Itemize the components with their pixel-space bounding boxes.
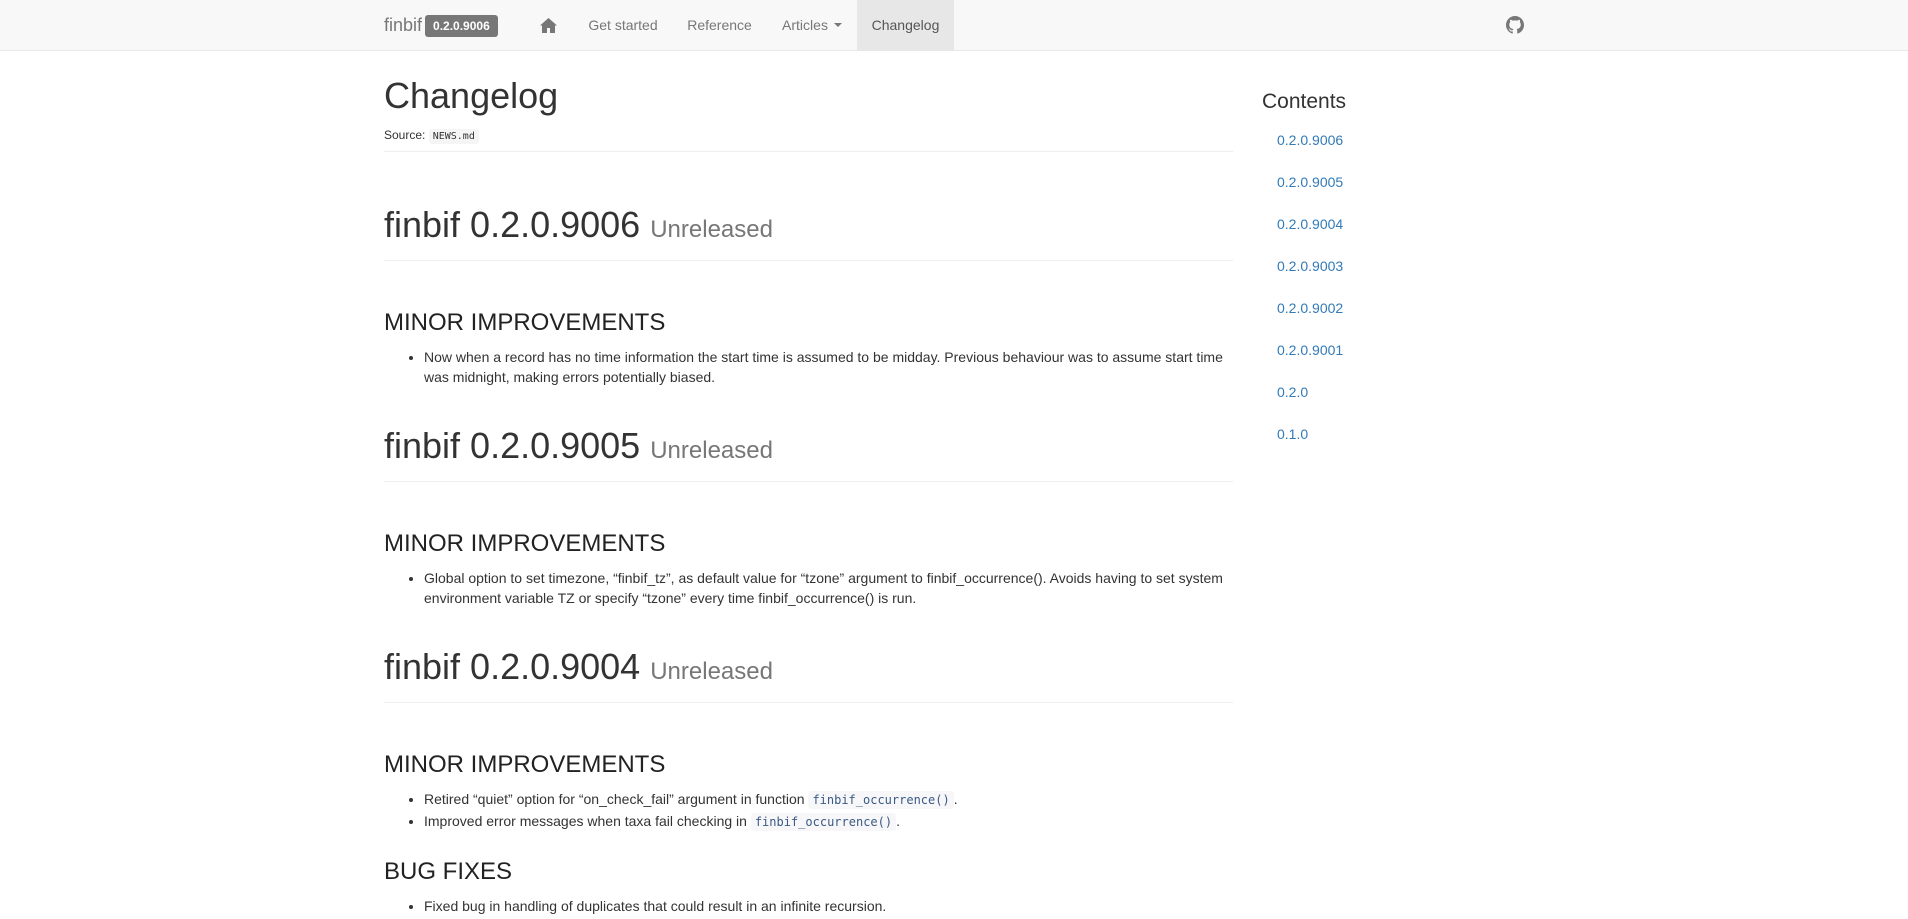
section-title: BUG FIXES (384, 858, 513, 885)
change-list: Fixed bug in handling of duplicates that… (384, 896, 1233, 916)
nav-changelog-label[interactable]: Changelog (872, 17, 940, 33)
github-icon[interactable] (1506, 16, 1524, 34)
nav-articles-label[interactable]: Articles (782, 17, 828, 33)
item-punctuation: . (896, 813, 900, 829)
release-status: Unreleased (650, 216, 773, 243)
release-status: Unreleased (650, 437, 773, 464)
brand-name[interactable]: finbif (384, 15, 422, 36)
toc-link[interactable]: 0.2.0.9002 (1262, 287, 1562, 329)
page-header: Changelog Source: NEWS.md (384, 71, 1233, 152)
function-link[interactable]: finbif_occurrence() (808, 791, 954, 809)
change-list: Global option to set timezone, “finbif_t… (384, 568, 1233, 608)
release-header: finbif 0.2.0.9006 Unreleased (384, 204, 1233, 261)
nav-github[interactable] (1499, 0, 1531, 50)
toc-link[interactable]: 0.2.0.9004 (1262, 203, 1562, 245)
page-title: Changelog (384, 75, 559, 116)
nav-reference-label[interactable]: Reference (687, 17, 752, 33)
toc-link[interactable]: 0.1.0 (1262, 413, 1562, 455)
nav-reference[interactable]: Reference (673, 0, 766, 50)
toc-title: Contents (1262, 90, 1347, 113)
function-link[interactable]: finbif_occurrence() (750, 813, 897, 831)
list-item: Improved error messages when taxa fail c… (424, 811, 1233, 832)
section-title: MINOR IMPROVEMENTS (384, 751, 666, 778)
item-text: Retired “quiet” option for “on_check_fai… (424, 791, 805, 807)
home-icon[interactable] (539, 17, 558, 34)
release-name: finbif 0.2.0.9006 (384, 204, 641, 245)
top-navbar: finbif 0.2.0.9006 Get started Reference … (0, 0, 1908, 51)
item-text: Improved error messages when taxa fail c… (424, 813, 747, 829)
release-title: finbif 0.2.0.9006 Unreleased (384, 204, 1233, 251)
release-name: finbif 0.2.0.9005 (384, 425, 641, 466)
source-file-link[interactable]: NEWS.md (428, 129, 479, 144)
release-header: finbif 0.2.0.9005 Unreleased (384, 425, 1233, 482)
change-list: Retired “quiet” option for “on_check_fai… (384, 789, 1233, 832)
list-item: Retired “quiet” option for “on_check_fai… (424, 789, 1233, 810)
list-item: Global option to set timezone, “finbif_t… (424, 568, 1233, 608)
change-list: Now when a record has no time informatio… (384, 347, 1233, 387)
toc-link[interactable]: 0.2.0 (1262, 371, 1562, 413)
section-title: MINOR IMPROVEMENTS (384, 530, 666, 557)
release-status: Unreleased (650, 658, 773, 685)
main-content: Changelog Source: NEWS.md finbif 0.2.0.9… (384, 51, 1233, 917)
source-label: Source: (384, 128, 426, 142)
nav-articles-dropdown[interactable]: Articles (766, 0, 858, 50)
list-item: Fixed bug in handling of duplicates that… (424, 896, 1233, 916)
toc-sidebar: Contents 0.2.0.9006 0.2.0.9005 0.2.0.900… (1262, 88, 1562, 455)
release-title: finbif 0.2.0.9005 Unreleased (384, 425, 1233, 472)
section-title: MINOR IMPROVEMENTS (384, 309, 666, 336)
release-title: finbif 0.2.0.9004 Unreleased (384, 646, 1233, 693)
version-badge: 0.2.0.9006 (425, 14, 498, 37)
toc-link[interactable]: 0.2.0.9005 (1262, 161, 1562, 203)
brand[interactable]: finbif 0.2.0.9006 (384, 0, 498, 51)
toc-link[interactable]: 0.2.0.9006 (1262, 128, 1562, 161)
item-punctuation: . (953, 791, 958, 807)
chevron-down-icon (833, 23, 842, 27)
release-name: finbif 0.2.0.9004 (384, 646, 641, 687)
toc-link[interactable]: 0.2.0.9001 (1262, 329, 1562, 371)
nav-changelog[interactable]: Changelog (857, 0, 954, 50)
release-header: finbif 0.2.0.9004 Unreleased (384, 646, 1233, 703)
source-line: Source: NEWS.md (384, 128, 1233, 144)
list-item: Now when a record has no time informatio… (424, 347, 1233, 387)
nav-get-started[interactable]: Get started (573, 0, 673, 50)
toc-link[interactable]: 0.2.0.9003 (1262, 245, 1562, 287)
nav-home[interactable] (531, 0, 565, 50)
nav-get-started-label[interactable]: Get started (588, 17, 657, 33)
toc-list: 0.2.0.9006 0.2.0.9005 0.2.0.9004 0.2.0.9… (1262, 128, 1562, 455)
